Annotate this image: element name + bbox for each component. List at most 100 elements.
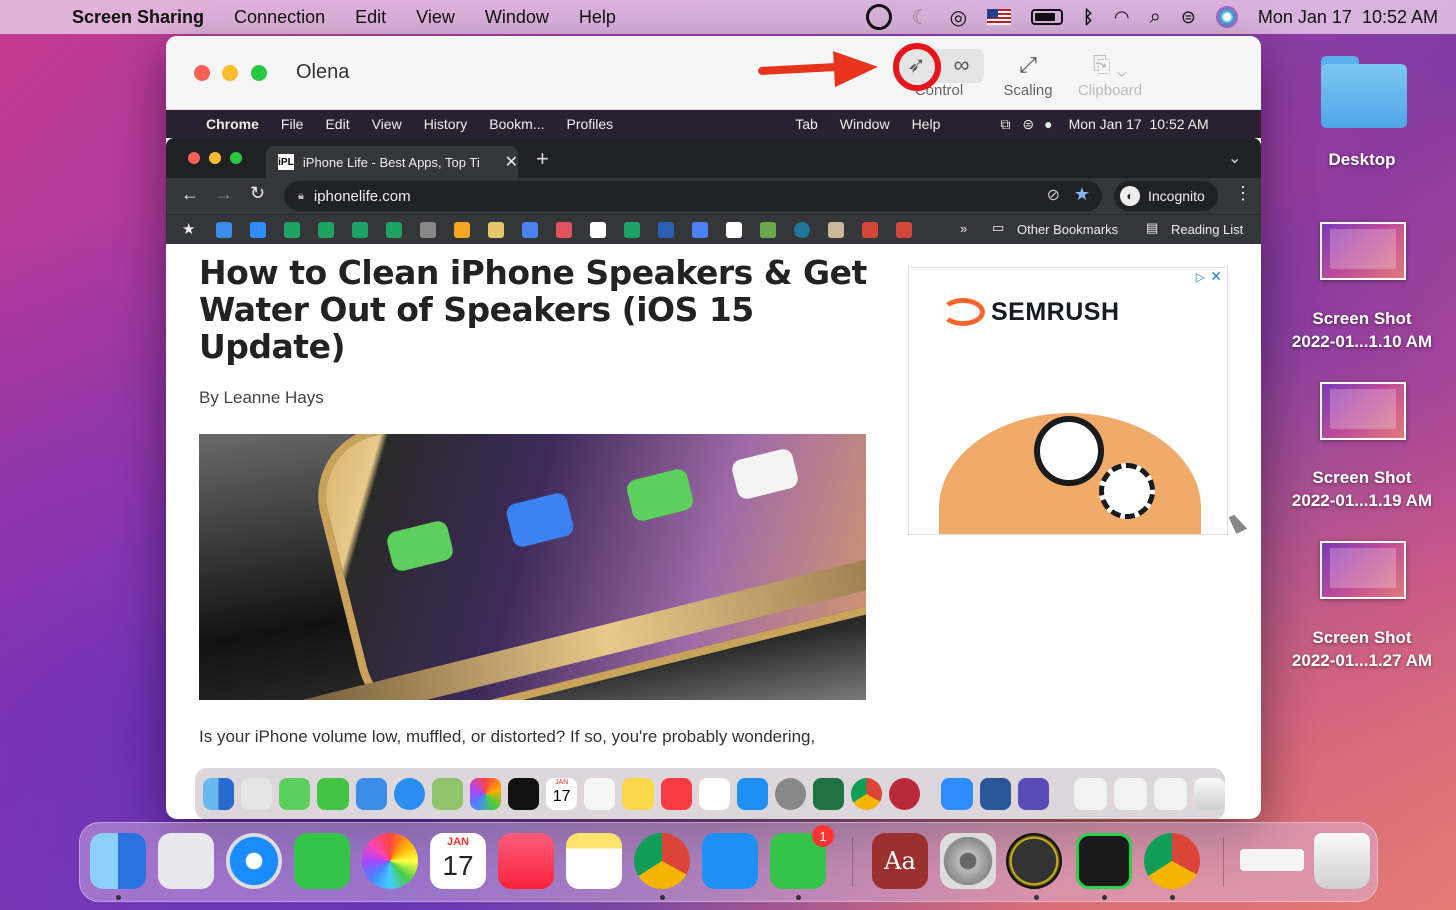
bookmark-star-icon[interactable]: ★	[1074, 184, 1090, 205]
chrome-close-button[interactable]	[188, 152, 200, 164]
dock-chrome-remote-icon[interactable]	[1144, 833, 1200, 889]
remote-dock-mail-icon[interactable]	[355, 778, 387, 810]
dock-notes-icon[interactable]	[566, 833, 622, 889]
screenshot-thumbnail-2[interactable]	[1320, 382, 1406, 440]
tab-search-chevron-icon[interactable]: ⌄	[1228, 148, 1241, 168]
menubar-clock[interactable]: Mon Jan 17 10:52 AM	[1258, 7, 1438, 28]
bookmark-sheets-icon[interactable]	[284, 222, 300, 238]
chrome-zoom-button[interactable]	[230, 152, 242, 164]
remote-dock-zoom-icon[interactable]	[941, 778, 973, 810]
dock-music-icon[interactable]	[498, 833, 554, 889]
moon-icon[interactable]: ☾	[912, 5, 930, 30]
desktop-file-2[interactable]: Screen Shot 2022-01...1.19 AM	[1277, 466, 1447, 512]
remote-dock-word-icon[interactable]	[979, 778, 1011, 810]
remote-menu-profiles[interactable]: Profiles	[567, 116, 614, 132]
remote-dock-tv-icon[interactable]	[508, 778, 540, 810]
more-bookmarks-chevron[interactable]: »	[960, 221, 967, 236]
remote-dock-appstore-icon[interactable]	[736, 778, 768, 810]
forward-arrow-icon[interactable]: →	[215, 184, 233, 205]
bookmark-drive-icon[interactable]	[420, 222, 436, 238]
remote-dock-calendar-icon[interactable]: JAN 17	[546, 778, 578, 810]
incognito-indicator[interactable]: ◐ Incognito	[1114, 181, 1218, 211]
remote-menu-window[interactable]: Window	[840, 116, 890, 132]
bookmark-docs-icon[interactable]	[522, 222, 538, 238]
other-bookmarks[interactable]: Other Bookmarks	[1017, 222, 1118, 237]
bookmark-iphonelife-icon[interactable]	[590, 222, 606, 238]
control-center-icon[interactable]: ⊜	[1181, 7, 1196, 28]
reload-icon[interactable]: ↻	[250, 183, 265, 204]
battery-icon[interactable]	[1031, 9, 1064, 25]
remote-dock-excel-icon[interactable]	[813, 778, 845, 810]
bookmark-asana-icon[interactable]	[556, 222, 572, 238]
menu-app-name[interactable]: Screen Sharing	[72, 7, 204, 28]
screenshot-thumbnail-3[interactable]	[1320, 541, 1406, 599]
chrome-tab-iphonelife[interactable]: iPL iPhone Life - Best Apps, Top Ti ✕	[266, 146, 518, 178]
bookmark-mail-icon[interactable]	[488, 222, 504, 238]
bookmark-1-icon[interactable]	[216, 222, 232, 238]
window-titlebar[interactable]: Olena ➶ ∞ Control ⤢ Scaling ⎘ ⌄ Clipboar…	[166, 36, 1261, 110]
search-icon[interactable]: ⌕	[1150, 6, 1161, 29]
remote-clock[interactable]: Mon Jan 17 10:52 AM	[1069, 116, 1209, 132]
bookmark-star-bar-icon[interactable]: ★	[182, 220, 195, 238]
dock-finder-icon[interactable]	[90, 833, 146, 889]
bookmark-goodreads-icon[interactable]	[828, 222, 844, 238]
menu-help[interactable]: Help	[579, 7, 616, 28]
dock-facetime-icon[interactable]	[294, 833, 350, 889]
remote-screen-mirror-icon[interactable]: ⧉	[1000, 116, 1010, 133]
siri-icon[interactable]	[1215, 6, 1238, 28]
zoom-window-button[interactable]	[251, 65, 267, 81]
close-window-button[interactable]	[194, 65, 210, 81]
advertisement[interactable]: ▷ ✕ SEMRUSH	[908, 267, 1228, 535]
remote-menu-view[interactable]: View	[372, 116, 402, 132]
remote-screen[interactable]: Chrome File Edit View History Bookm... P…	[166, 110, 1261, 819]
bluetooth-icon[interactable]: ᛒ	[1083, 7, 1094, 28]
remote-dock-messages-icon[interactable]	[279, 778, 311, 810]
ad-close-icon[interactable]: ✕	[1210, 268, 1222, 285]
input-source-flag-icon[interactable]	[987, 9, 1012, 25]
remote-menu-edit[interactable]: Edit	[325, 116, 349, 132]
remote-dock-maps-icon[interactable]	[431, 778, 463, 810]
menu-connection[interactable]: Connection	[234, 7, 325, 28]
screenshot-thumbnail-1[interactable]	[1320, 222, 1406, 280]
bookmark-sheets-5-icon[interactable]	[624, 222, 640, 238]
dock-screen-sharing-icon[interactable]	[1006, 833, 1062, 889]
dock-messages-icon[interactable]: 1	[770, 825, 834, 889]
dock-screens-icon[interactable]	[1076, 833, 1132, 889]
bookmark-sheets-3-icon[interactable]	[352, 222, 368, 238]
remote-menu-history[interactable]: History	[424, 116, 468, 132]
dock-system-preferences-icon[interactable]	[940, 833, 996, 889]
menu-edit[interactable]: Edit	[355, 7, 386, 28]
remote-dock-launchpad-icon[interactable]	[241, 778, 273, 810]
remote-dock-safari-icon[interactable]	[393, 778, 425, 810]
desktop-file-3[interactable]: Screen Shot 2022-01...1.27 AM	[1277, 626, 1447, 672]
observe-binoculars-icon[interactable]: ∞	[939, 52, 984, 78]
bookmark-sheets-2-icon[interactable]	[318, 222, 334, 238]
bookmark-amazon-icon[interactable]	[726, 222, 742, 238]
remote-menu-tab[interactable]: Tab	[795, 116, 818, 132]
remote-menu-bookmarks[interactable]: Bookm...	[489, 116, 544, 132]
chrome-menu-icon[interactable]: ⋮	[1234, 183, 1252, 204]
bookmark-docs-2-icon[interactable]	[692, 222, 708, 238]
minimize-window-button[interactable]	[222, 65, 238, 81]
article-byline[interactable]: By Leanne Hays	[199, 388, 324, 408]
remote-dock-slack-icon[interactable]	[698, 778, 730, 810]
dock-appstore-icon[interactable]	[702, 833, 758, 889]
dock-chrome-icon[interactable]	[634, 833, 690, 889]
bookmark-gmail-2-icon[interactable]	[896, 222, 912, 238]
address-bar[interactable]: 🔒︎ iphonelife.com ⊘ ★	[284, 181, 1102, 211]
desktop-folder-icon[interactable]	[1321, 56, 1407, 128]
reading-list[interactable]: Reading List	[1171, 222, 1243, 237]
bookmark-zoom-icon[interactable]	[250, 222, 266, 238]
remote-menu-file[interactable]: File	[281, 116, 304, 132]
remote-dock-imovie-icon[interactable]	[1017, 778, 1049, 810]
other-bookmarks-folder-icon[interactable]: ▭	[992, 220, 1004, 236]
remote-menu-chrome[interactable]: Chrome	[206, 116, 259, 132]
scaling-button[interactable]: ⤢ Scaling	[994, 48, 1062, 99]
dock-launchpad-icon[interactable]	[158, 833, 214, 889]
airdrop-icon[interactable]: ◎	[950, 5, 967, 30]
menu-window[interactable]: Window	[485, 7, 549, 28]
bookmark-wave-icon[interactable]	[658, 222, 674, 238]
remote-dock-trash-icon[interactable]	[1193, 778, 1226, 810]
tracking-protection-eye-icon[interactable]: ⊘	[1047, 185, 1060, 205]
remote-dock-reminders-icon[interactable]	[584, 778, 616, 810]
